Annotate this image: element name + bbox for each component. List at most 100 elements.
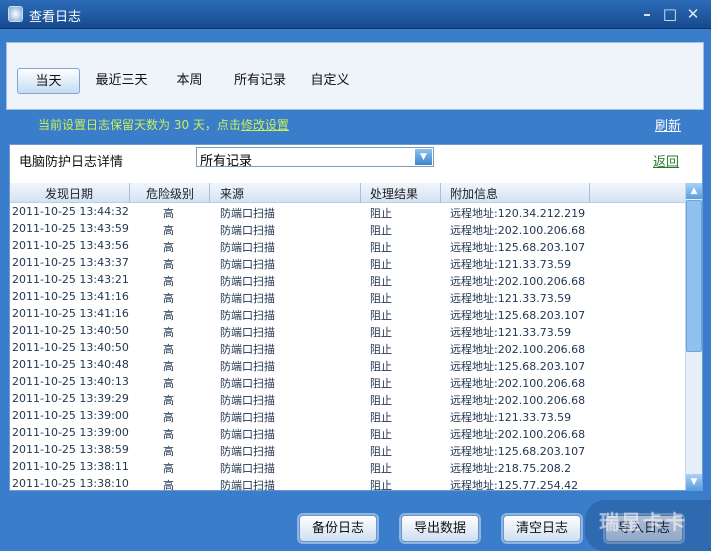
- scroll-thumb[interactable]: [686, 200, 702, 352]
- back-link[interactable]: 返回: [653, 151, 679, 170]
- chevron-down-icon[interactable]: ▼: [415, 149, 432, 165]
- select-value: 所有记录: [200, 154, 253, 169]
- retention-notice: 当前设置日志保留天数为 30 天，点击修改设置: [38, 116, 289, 133]
- table-row[interactable]: 2011-10-25 13:40:50 高 防端口扫描 阻止 远程地址:121.33.7…: [10, 322, 685, 339]
- cell-date: 2011-10-25 13:40:13: [12, 375, 129, 388]
- table-header: 发现日期 危险级别 来源 处理结果 附加信息: [10, 183, 685, 203]
- table-row[interactable]: 2011-10-25 13:44:32 高 防端口扫描 阻止 远程地址:120.34.2…: [10, 203, 685, 220]
- clear-log-button[interactable]: 清空日志: [503, 515, 581, 542]
- minimize-button[interactable]: –: [638, 5, 656, 23]
- refresh-link[interactable]: 刷新: [655, 115, 681, 134]
- backup-log-button[interactable]: 备份日志: [299, 515, 377, 542]
- close-button[interactable]: ✕: [684, 5, 702, 23]
- cell-level: 高: [163, 479, 174, 491]
- watermark-logo: 瑞星卡卡: [585, 500, 711, 551]
- cell-date: 2011-10-25 13:39:29: [12, 392, 129, 405]
- table-row[interactable]: 2011-10-25 13:39:29 高 防端口扫描 阻止 远程地址:202.100.…: [10, 390, 685, 407]
- cell-info: 远程地址:125.68.203.107: [450, 309, 586, 322]
- cell-level: 高: [163, 445, 174, 458]
- scroll-up-icon[interactable]: ▲: [686, 183, 702, 199]
- cell-result: 阻止: [370, 479, 392, 491]
- cell-level: 高: [163, 258, 174, 271]
- cell-result: 阻止: [370, 411, 392, 424]
- cell-info: 远程地址:121.33.73.59: [450, 411, 572, 424]
- scroll-down-icon[interactable]: ▼: [686, 474, 702, 490]
- vertical-scrollbar[interactable]: ▲ ▼: [685, 183, 702, 490]
- cell-level: 高: [163, 360, 174, 373]
- cell-source: 防端口扫描: [220, 445, 275, 458]
- cell-level: 高: [163, 275, 174, 288]
- cell-level: 高: [163, 326, 174, 339]
- title-bar: 查看日志 – □ ✕: [0, 0, 711, 29]
- table-row[interactable]: 2011-10-25 13:38:11 高 防端口扫描 阻止 远程地址:218.75.2…: [10, 458, 685, 475]
- cell-result: 阻止: [370, 462, 392, 475]
- tab-all-records[interactable]: 所有记录: [230, 68, 290, 94]
- cell-source: 防端口扫描: [220, 309, 275, 322]
- cell-level: 高: [163, 207, 174, 220]
- column-header-date[interactable]: 发现日期: [45, 185, 93, 202]
- log-type-select[interactable]: 所有记录 ▼: [196, 147, 434, 169]
- cell-source: 防端口扫描: [220, 326, 275, 339]
- table-row[interactable]: 2011-10-25 13:39:00 高 防端口扫描 阻止 远程地址:202.100.…: [10, 424, 685, 441]
- cell-source: 防端口扫描: [220, 479, 275, 491]
- column-header-result[interactable]: 处理结果: [370, 185, 418, 202]
- cell-info: 远程地址:121.33.73.59: [450, 326, 572, 339]
- cell-source: 防端口扫描: [220, 275, 275, 288]
- modify-settings-link[interactable]: 修改设置: [241, 118, 289, 132]
- cell-level: 高: [163, 411, 174, 424]
- cell-info: 远程地址:202.100.206.68: [450, 394, 586, 407]
- maximize-button[interactable]: □: [661, 5, 679, 23]
- cell-result: 阻止: [370, 241, 392, 254]
- date-range-tabs: 当天 最近三天 本周 所有记录 自定义: [6, 42, 704, 110]
- cell-result: 阻止: [370, 326, 392, 339]
- cell-result: 阻止: [370, 258, 392, 271]
- column-header-level[interactable]: 危险级别: [146, 185, 194, 202]
- column-header-source[interactable]: 来源: [220, 185, 244, 202]
- cell-info: 远程地址:218.75.208.2: [450, 462, 572, 475]
- export-data-button[interactable]: 导出数据: [401, 515, 479, 542]
- cell-info: 远程地址:125.68.203.107: [450, 241, 586, 254]
- column-header-info[interactable]: 附加信息: [450, 185, 498, 202]
- table-row[interactable]: 2011-10-25 13:38:10 高 防端口扫描 阻止 远程地址:125.77.2…: [10, 475, 685, 491]
- table-row[interactable]: 2011-10-25 13:41:16 高 防端口扫描 阻止 远程地址:121.33.7…: [10, 288, 685, 305]
- cell-source: 防端口扫描: [220, 292, 275, 305]
- cell-source: 防端口扫描: [220, 224, 275, 237]
- cell-info: 远程地址:202.100.206.68: [450, 275, 586, 288]
- tab-last-three-days[interactable]: 最近三天: [89, 68, 154, 94]
- table-row[interactable]: 2011-10-25 13:43:56 高 防端口扫描 阻止 远程地址:125.68.2…: [10, 237, 685, 254]
- table-row[interactable]: 2011-10-25 13:43:59 高 防端口扫描 阻止 远程地址:202.100.…: [10, 220, 685, 237]
- cell-result: 阻止: [370, 207, 392, 220]
- cell-date: 2011-10-25 13:44:32: [12, 205, 129, 218]
- cell-date: 2011-10-25 13:40:50: [12, 324, 129, 337]
- cell-date: 2011-10-25 13:38:11: [12, 460, 129, 473]
- tab-today[interactable]: 当天: [17, 68, 80, 94]
- cell-result: 阻止: [370, 428, 392, 441]
- cell-info: 远程地址:121.33.73.59: [450, 258, 572, 271]
- table-row[interactable]: 2011-10-25 13:43:21 高 防端口扫描 阻止 远程地址:202.100.…: [10, 271, 685, 288]
- table-row[interactable]: 2011-10-25 13:38:59 高 防端口扫描 阻止 远程地址:125.68.2…: [10, 441, 685, 458]
- cell-info: 远程地址:120.34.212.219: [450, 207, 586, 220]
- table-row[interactable]: 2011-10-25 13:39:00 高 防端口扫描 阻止 远程地址:121.33.7…: [10, 407, 685, 424]
- tab-this-week[interactable]: 本周: [167, 68, 212, 94]
- tab-custom[interactable]: 自定义: [305, 68, 355, 94]
- table-row[interactable]: 2011-10-25 13:40:48 高 防端口扫描 阻止 远程地址:125.68.2…: [10, 356, 685, 373]
- cell-date: 2011-10-25 13:39:00: [12, 409, 129, 422]
- cell-result: 阻止: [370, 377, 392, 390]
- table-row[interactable]: 2011-10-25 13:41:16 高 防端口扫描 阻止 远程地址:125.68.2…: [10, 305, 685, 322]
- cell-result: 阻止: [370, 275, 392, 288]
- cell-source: 防端口扫描: [220, 411, 275, 424]
- cell-date: 2011-10-25 13:41:16: [12, 290, 129, 303]
- cell-result: 阻止: [370, 309, 392, 322]
- cell-result: 阻止: [370, 394, 392, 407]
- notice-text: 当前设置日志保留天数为 30 天，点击: [38, 118, 241, 132]
- table-row[interactable]: 2011-10-25 13:43:37 高 防端口扫描 阻止 远程地址:121.33.7…: [10, 254, 685, 271]
- cell-source: 防端口扫描: [220, 394, 275, 407]
- cell-info: 远程地址:202.100.206.68: [450, 377, 586, 390]
- table-row[interactable]: 2011-10-25 13:40:50 高 防端口扫描 阻止 远程地址:202.100.…: [10, 339, 685, 356]
- window-title: 查看日志: [29, 10, 82, 25]
- cell-info: 远程地址:125.77.254.42: [450, 479, 579, 491]
- cell-result: 阻止: [370, 445, 392, 458]
- cell-level: 高: [163, 462, 174, 475]
- table-row[interactable]: 2011-10-25 13:40:13 高 防端口扫描 阻止 远程地址:202.100.…: [10, 373, 685, 390]
- cell-level: 高: [163, 394, 174, 407]
